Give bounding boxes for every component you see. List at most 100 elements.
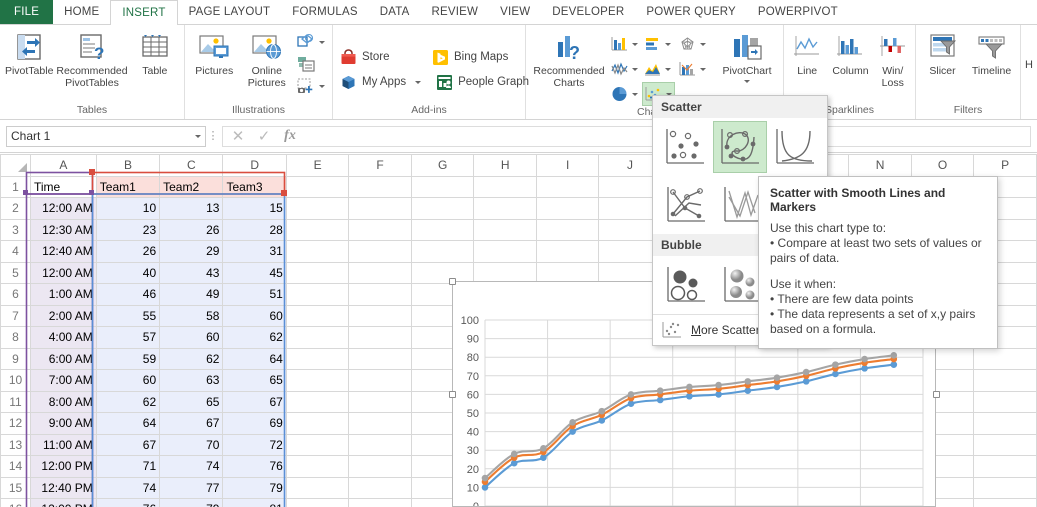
cell-F2[interactable]: [348, 197, 412, 220]
col-header-B[interactable]: B: [95, 154, 161, 177]
cell-F4[interactable]: [348, 240, 412, 263]
cell-A16[interactable]: 12:00 PM: [30, 498, 97, 507]
smartart-button[interactable]: [293, 53, 329, 75]
cell-F3[interactable]: [348, 218, 412, 241]
col-header-D[interactable]: D: [222, 154, 287, 177]
tab-power-query[interactable]: POWER QUERY: [635, 0, 747, 24]
cell-B6[interactable]: 46: [95, 283, 161, 306]
cancel-icon[interactable]: ✕: [225, 127, 251, 145]
combo-chart-caret-icon[interactable]: [700, 67, 706, 71]
cell-G3[interactable]: [410, 218, 475, 241]
cell-P10[interactable]: [973, 369, 1037, 392]
cell-D3[interactable]: 28: [222, 218, 287, 241]
cell-B13[interactable]: 67: [95, 433, 161, 456]
tab-view[interactable]: VIEW: [489, 0, 541, 24]
cell-A13[interactable]: 11:00 AM: [30, 433, 97, 456]
chart-handle-mid-left[interactable]: [449, 391, 456, 398]
cell-E9[interactable]: [285, 347, 350, 370]
cell-E12[interactable]: [285, 412, 350, 435]
cell-B1[interactable]: Team1: [95, 175, 161, 198]
cell-P16[interactable]: [973, 498, 1037, 507]
screenshot-caret-icon[interactable]: [319, 84, 325, 88]
cell-A8[interactable]: 4:00 AM: [30, 326, 97, 349]
my-apps-caret-icon[interactable]: [415, 80, 422, 84]
cell-D1[interactable]: Team3: [222, 175, 287, 198]
cell-B12[interactable]: 64: [95, 412, 161, 435]
my-apps-button[interactable]: My Apps: [336, 71, 425, 93]
cell-A10[interactable]: 7:00 AM: [30, 369, 97, 392]
col-header-I[interactable]: I: [535, 154, 600, 177]
cell-A3[interactable]: 12:30 AM: [30, 218, 97, 241]
cell-C4[interactable]: 29: [159, 240, 224, 263]
cell-C3[interactable]: 26: [159, 218, 224, 241]
cell-B9[interactable]: 59: [95, 347, 161, 370]
cell-D5[interactable]: 45: [222, 261, 287, 284]
cell-F9[interactable]: [348, 347, 412, 370]
cell-G4[interactable]: [410, 240, 475, 263]
tab-page-layout[interactable]: PAGE LAYOUT: [178, 0, 282, 24]
col-header-P[interactable]: P: [973, 154, 1037, 177]
cell-D4[interactable]: 31: [222, 240, 287, 263]
tab-powerpivot[interactable]: POWERPIVOT: [747, 0, 849, 24]
row-header-3[interactable]: 3: [0, 218, 31, 241]
scatter-smooth-lines-tile[interactable]: [769, 121, 822, 173]
sparkline-line-button[interactable]: Line: [787, 29, 827, 80]
cell-C6[interactable]: 49: [159, 283, 224, 306]
cell-G1[interactable]: [410, 175, 475, 198]
online-pictures-button[interactable]: Online Pictures: [241, 29, 294, 91]
cell-F8[interactable]: [348, 326, 412, 349]
cell-B5[interactable]: 40: [95, 261, 161, 284]
col-header-H[interactable]: H: [473, 154, 537, 177]
cell-D12[interactable]: 69: [222, 412, 287, 435]
sparkline-winloss-button[interactable]: Win/ Loss: [874, 29, 912, 91]
cell-F7[interactable]: [348, 304, 412, 327]
cell-E4[interactable]: [285, 240, 350, 263]
scatter-smooth-lines-markers-tile[interactable]: [713, 121, 767, 173]
cell-P15[interactable]: [973, 476, 1037, 499]
col-header-C[interactable]: C: [159, 154, 224, 177]
enter-icon[interactable]: ✓: [251, 127, 277, 145]
cell-B14[interactable]: 71: [95, 455, 161, 478]
cell-D16[interactable]: 81: [222, 498, 287, 507]
name-box[interactable]: Chart 1: [6, 125, 206, 147]
pivotchart-button[interactable]: PivotChart: [714, 29, 780, 85]
timeline-button[interactable]: Timeline: [966, 29, 1017, 80]
cell-B4[interactable]: 26: [95, 240, 161, 263]
cell-A2[interactable]: 12:00 AM: [30, 197, 97, 220]
col-header-A[interactable]: A: [30, 154, 97, 177]
cell-F1[interactable]: [348, 175, 412, 198]
cell-E1[interactable]: [285, 175, 350, 198]
cell-D10[interactable]: 65: [222, 369, 287, 392]
row-header-1[interactable]: 1: [0, 175, 31, 198]
col-header-F[interactable]: F: [348, 154, 412, 177]
combo-chart-button[interactable]: [677, 57, 708, 81]
bar-chart-button[interactable]: [642, 32, 675, 56]
slicer-button[interactable]: Slicer: [919, 29, 966, 80]
cell-C15[interactable]: 77: [159, 476, 224, 499]
col-header-O[interactable]: O: [910, 154, 975, 177]
area-chart-caret-icon[interactable]: [665, 67, 671, 71]
scatter-straight-lines-markers-tile[interactable]: [658, 179, 713, 231]
cell-A11[interactable]: 8:00 AM: [30, 390, 97, 413]
row-header-4[interactable]: 4: [0, 240, 31, 263]
cell-D6[interactable]: 51: [222, 283, 287, 306]
cell-D13[interactable]: 72: [222, 433, 287, 456]
bing-maps-button[interactable]: Bing Maps: [428, 46, 512, 68]
insert-function-icon[interactable]: fx: [277, 128, 303, 144]
cell-D15[interactable]: 79: [222, 476, 287, 499]
row-header-13[interactable]: 13: [0, 433, 31, 456]
tab-file[interactable]: FILE: [0, 0, 54, 24]
cell-C2[interactable]: 13: [159, 197, 224, 220]
cell-B10[interactable]: 60: [95, 369, 161, 392]
area-chart-button[interactable]: [642, 57, 675, 81]
cell-C13[interactable]: 70: [159, 433, 224, 456]
recommended-charts-button[interactable]: ? Recommended Charts: [529, 29, 609, 91]
row-header-12[interactable]: 12: [0, 412, 31, 435]
tab-formulas[interactable]: FORMULAS: [281, 0, 369, 24]
column-chart-caret-icon[interactable]: [632, 42, 638, 46]
cell-F6[interactable]: [348, 283, 412, 306]
cell-D7[interactable]: 60: [222, 304, 287, 327]
cell-E11[interactable]: [285, 390, 350, 413]
row-header-7[interactable]: 7: [0, 304, 31, 327]
cell-C8[interactable]: 60: [159, 326, 224, 349]
